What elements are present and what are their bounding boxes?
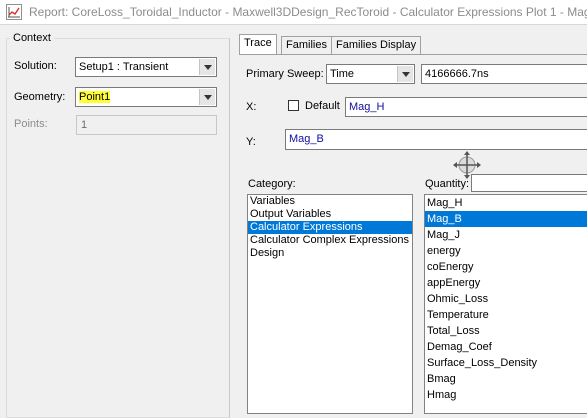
list-item[interactable]: coEnergy bbox=[425, 259, 587, 275]
tab-families-display[interactable]: Families Display bbox=[331, 36, 422, 54]
points-value: 1 bbox=[81, 119, 88, 131]
list-item[interactable]: Bmag bbox=[425, 371, 587, 387]
category-label: Category: bbox=[248, 178, 296, 190]
category-list[interactable]: Variables Output Variables Calculator Ex… bbox=[247, 194, 413, 414]
x-label: X: bbox=[246, 101, 257, 113]
solution-select[interactable]: Setup1 : Transient bbox=[75, 57, 217, 77]
title-bar: Report: CoreLoss_Toroidal_Inductor - Max… bbox=[0, 0, 587, 25]
list-item[interactable]: Surface_Loss_Density bbox=[425, 355, 587, 371]
primary-sweep-label: Primary Sweep: bbox=[246, 68, 324, 80]
list-item[interactable]: Ohmic_Loss bbox=[425, 291, 587, 307]
list-item[interactable]: Mag_J bbox=[425, 227, 587, 243]
primary-sweep-value: Time bbox=[330, 68, 355, 80]
list-item[interactable]: Calculator Complex Expressions bbox=[248, 234, 412, 247]
chevron-down-icon[interactable] bbox=[199, 59, 215, 75]
quantity-filter-field[interactable] bbox=[471, 174, 587, 192]
geometry-value: Point1 bbox=[79, 91, 111, 103]
list-item[interactable]: Calculator Expressions bbox=[248, 221, 412, 234]
sweep-value: 4166666.7ns bbox=[425, 68, 489, 80]
list-item[interactable]: appEnergy bbox=[425, 275, 587, 291]
window-title: Report: CoreLoss_Toroidal_Inductor - Max… bbox=[29, 5, 587, 19]
list-item[interactable]: Hmag bbox=[425, 387, 587, 403]
app-icon bbox=[6, 4, 22, 20]
list-item[interactable]: energy bbox=[425, 243, 587, 259]
list-item[interactable]: Variables bbox=[248, 195, 412, 208]
solution-label: Solution: bbox=[14, 60, 57, 72]
y-value: Mag_B bbox=[289, 133, 324, 145]
move-cursor-icon bbox=[453, 151, 481, 179]
list-item[interactable]: Design bbox=[248, 247, 412, 260]
solution-value: Setup1 : Transient bbox=[79, 61, 169, 73]
list-item[interactable]: Mag_B bbox=[425, 211, 587, 227]
x-value: Mag_H bbox=[349, 101, 385, 113]
default-checkbox[interactable] bbox=[288, 100, 299, 111]
points-label: Points: bbox=[14, 118, 48, 130]
y-label: Y: bbox=[246, 136, 256, 148]
list-item[interactable]: Demag_Coef bbox=[425, 339, 587, 355]
list-item[interactable]: Mag_H bbox=[425, 195, 587, 211]
sweep-value-field[interactable]: 4166666.7ns bbox=[421, 64, 587, 84]
primary-sweep-select[interactable]: Time bbox=[326, 64, 415, 84]
tab-families[interactable]: Families bbox=[281, 36, 332, 54]
chevron-down-icon[interactable] bbox=[199, 89, 215, 105]
list-item[interactable]: Temperature bbox=[425, 307, 587, 323]
chevron-down-icon[interactable] bbox=[397, 66, 413, 82]
geometry-select[interactable]: Point1 bbox=[75, 87, 217, 107]
y-expression-field[interactable]: Mag_B bbox=[285, 129, 587, 150]
context-group-label: Context bbox=[10, 32, 54, 44]
x-expression-field[interactable]: Mag_H bbox=[345, 97, 587, 117]
default-label: Default bbox=[305, 100, 340, 112]
quantity-list[interactable]: Mag_H Mag_B Mag_J energy coEnergy appEne… bbox=[424, 194, 587, 414]
tab-trace[interactable]: Trace bbox=[239, 34, 277, 54]
geometry-label: Geometry: bbox=[14, 91, 66, 103]
list-item[interactable]: Total_Loss bbox=[425, 323, 587, 339]
list-item[interactable]: Output Variables bbox=[248, 208, 412, 221]
points-field: 1 bbox=[76, 115, 217, 135]
